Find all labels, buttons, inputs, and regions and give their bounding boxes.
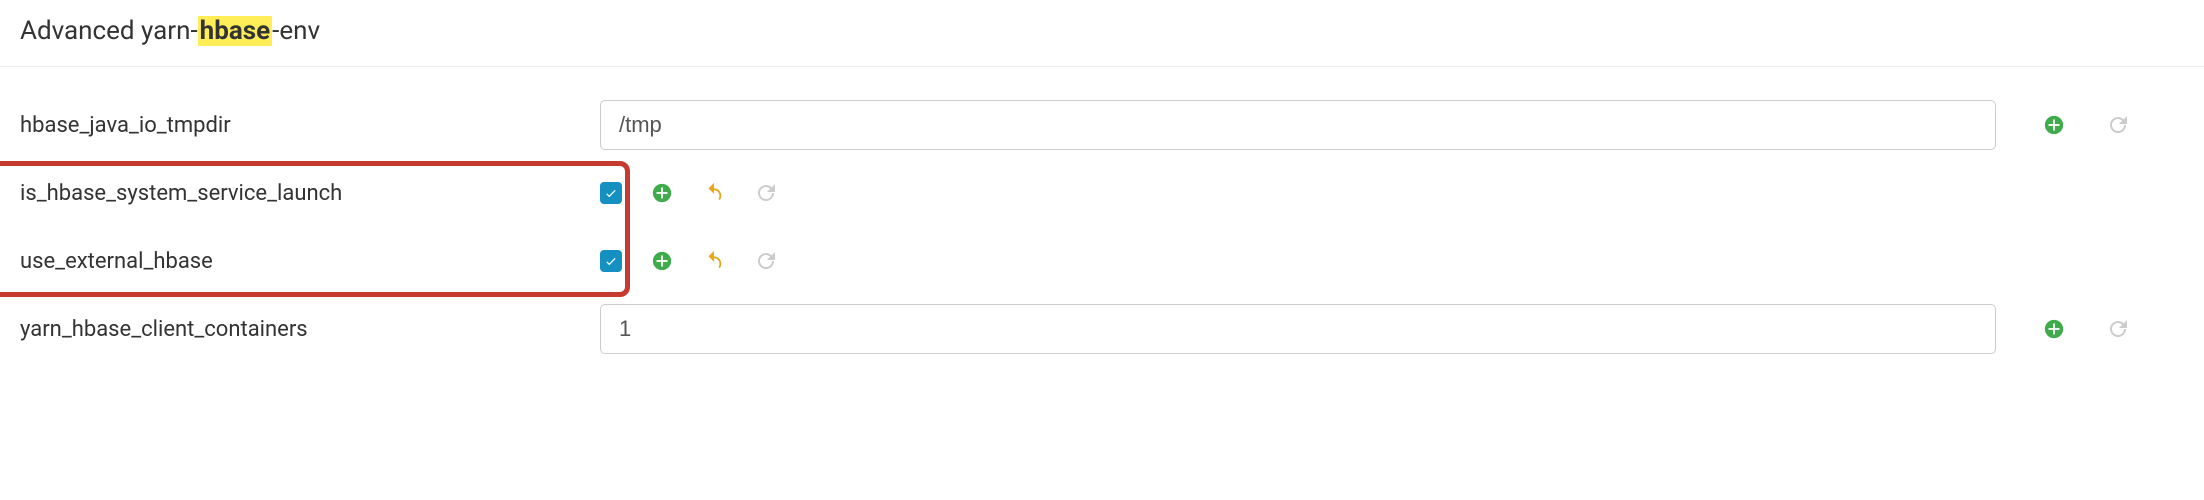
redo-icon[interactable] (2106, 317, 2130, 341)
row-hbase-java-io-tmpdir: hbase_java_io_tmpdir (20, 91, 2184, 159)
label-yarn-hbase-client-containers: yarn_hbase_client_containers (20, 317, 580, 342)
row-use-external-hbase: use_external_hbase (20, 227, 2184, 295)
label-use-external-hbase: use_external_hbase (20, 249, 580, 274)
control-yarn-hbase-client-containers (600, 304, 2184, 354)
add-icon[interactable] (650, 181, 674, 205)
control-is-hbase-system-service-launch (600, 181, 2184, 205)
undo-icon[interactable] (702, 249, 726, 273)
section-title-prefix: Advanced yarn- (20, 16, 198, 46)
label-is-hbase-system-service-launch: is_hbase_system_service_launch (20, 181, 580, 206)
redo-icon[interactable] (2106, 113, 2130, 137)
input-hbase-java-io-tmpdir[interactable] (600, 100, 1996, 150)
checkbox-use-external-hbase[interactable] (600, 250, 622, 272)
control-use-external-hbase (600, 249, 2184, 273)
undo-icon[interactable] (702, 181, 726, 205)
control-hbase-java-io-tmpdir (600, 100, 2184, 150)
row-yarn-hbase-client-containers: yarn_hbase_client_containers (20, 295, 2184, 363)
section-title-highlight: hbase (198, 16, 273, 46)
redo-icon[interactable] (754, 249, 778, 273)
label-hbase-java-io-tmpdir: hbase_java_io_tmpdir (20, 113, 580, 138)
row-is-hbase-system-service-launch: is_hbase_system_service_launch (20, 159, 2184, 227)
section-title-suffix: -env (272, 16, 320, 46)
add-icon[interactable] (650, 249, 674, 273)
section-header: Advanced yarn-hbase-env (0, 0, 2204, 67)
checkbox-is-hbase-system-service-launch[interactable] (600, 182, 622, 204)
input-yarn-hbase-client-containers[interactable] (600, 304, 1996, 354)
add-icon[interactable] (2042, 317, 2066, 341)
add-icon[interactable] (2042, 113, 2066, 137)
redo-icon[interactable] (754, 181, 778, 205)
form-rows: hbase_java_io_tmpdir is_hbase_system_ser… (0, 91, 2204, 363)
